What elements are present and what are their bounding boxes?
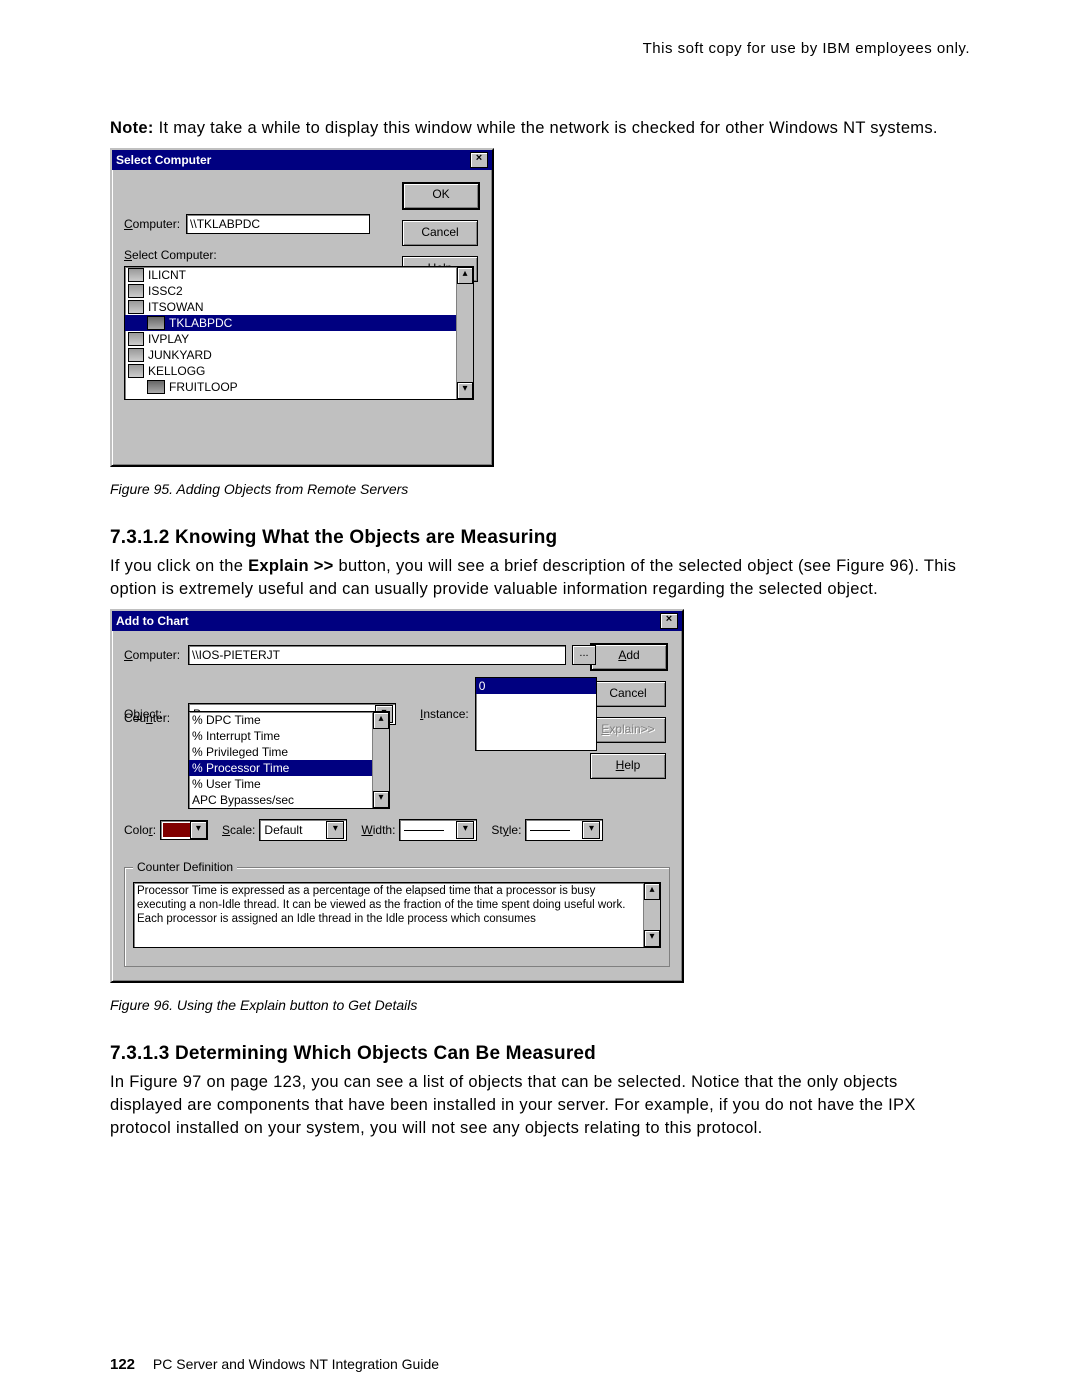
dialog-titlebar: Add to Chart × xyxy=(112,611,682,631)
color-swatch xyxy=(163,823,190,837)
instance-item[interactable]: 0 xyxy=(476,678,596,694)
figure-96-caption: Figure 96. Using the Explain button to G… xyxy=(110,997,970,1013)
help-button[interactable]: Help xyxy=(590,753,666,779)
chevron-down-icon[interactable]: ▾ xyxy=(190,821,207,839)
list-item[interactable]: TKLABPDC xyxy=(125,315,473,331)
select-computer-label: Select Computer: xyxy=(124,248,217,262)
instance-listbox[interactable]: 0 xyxy=(475,677,597,751)
section-7312-body: If you click on the Explain >> button, y… xyxy=(110,555,970,601)
figure-95-caption: Figure 95. Adding Objects from Remote Se… xyxy=(110,481,970,497)
width-dropdown[interactable]: ▾ xyxy=(399,819,477,841)
close-icon[interactable]: × xyxy=(470,152,488,168)
list-item-label: TKLABPDC xyxy=(169,316,232,330)
section-7313-heading: 7.3.1.3 Determining Which Objects Can Be… xyxy=(110,1043,970,1065)
counter-listbox[interactable]: % DPC Time% Interrupt Time% Privileged T… xyxy=(188,711,390,809)
list-item-label: ITSOWAN xyxy=(148,300,204,314)
style-label: Style: xyxy=(491,823,521,837)
computer-icon xyxy=(128,364,144,378)
counter-definition-group: Counter Definition Processor Time is exp… xyxy=(124,867,670,967)
line-sample xyxy=(530,830,570,831)
note-label: Note: xyxy=(110,119,154,137)
definition-content: Processor Time is expressed as a percent… xyxy=(137,885,625,925)
list-item[interactable]: % Processor Time xyxy=(189,760,389,776)
list-item-label: JUNKYARD xyxy=(148,348,212,362)
group-legend: Counter Definition xyxy=(133,860,237,874)
width-label: Width: xyxy=(361,823,395,837)
list-item[interactable]: IVPLAY xyxy=(125,331,473,347)
explain-button[interactable]: Explain>> xyxy=(590,717,666,743)
ok-button[interactable]: OK xyxy=(402,182,480,210)
color-dropdown[interactable]: ▾ xyxy=(160,820,208,840)
computer-listbox[interactable]: ILICNT ISSC2 ITSOWAN TKLABPDC IVPLAY JUNKYARD… xyxy=(124,266,474,400)
note-text: It may take a while to display this wind… xyxy=(159,119,938,137)
list-item[interactable]: FRUITLOOP xyxy=(125,379,473,395)
list-item-label: ILICNT xyxy=(148,268,186,282)
list-item[interactable]: ITSOWAN xyxy=(125,299,473,315)
list-item[interactable]: % User Time xyxy=(189,776,389,792)
dialog-title: Add to Chart xyxy=(116,611,189,631)
note-paragraph: Note: It may take a while to display thi… xyxy=(110,117,970,140)
chevron-down-icon[interactable]: ▾ xyxy=(582,821,600,839)
cancel-button[interactable]: Cancel xyxy=(590,681,666,707)
page-footer: 122 PC Server and Windows NT Integration… xyxy=(110,1356,439,1373)
scale-label: Scale: xyxy=(222,823,255,837)
list-item[interactable]: % Interrupt Time xyxy=(189,728,389,744)
list-item[interactable]: ISSC2 xyxy=(125,283,473,299)
list-item[interactable]: ILICNT xyxy=(125,267,473,283)
counter-definition-text: Processor Time is expressed as a percent… xyxy=(133,882,661,948)
style-dropdown[interactable]: ▾ xyxy=(525,819,603,841)
computer-icon xyxy=(128,284,144,298)
scroll-down-icon[interactable]: ▾ xyxy=(644,930,660,947)
server-icon xyxy=(147,380,165,394)
dialog-titlebar: Select Computer × xyxy=(112,150,492,170)
add-button[interactable]: Add xyxy=(590,643,668,671)
scroll-up-icon[interactable]: ▴ xyxy=(644,883,660,900)
scroll-down-icon[interactable]: ▾ xyxy=(373,791,389,808)
computer-icon xyxy=(128,348,144,362)
add-to-chart-dialog: Add to Chart × Add Cancel Explain>> Help… xyxy=(110,609,684,983)
computer-input[interactable]: \\TKLABPDC xyxy=(186,214,370,234)
instance-label: Instance: xyxy=(420,707,469,721)
chevron-down-icon[interactable]: ▾ xyxy=(326,821,344,839)
list-item[interactable]: APC Bypasses/sec xyxy=(189,792,389,808)
page-number: 122 xyxy=(110,1356,135,1373)
footer-title: PC Server and Windows NT Integration Gui… xyxy=(153,1356,439,1372)
computer-icon xyxy=(128,300,144,314)
scroll-up-icon[interactable]: ▴ xyxy=(373,712,389,729)
computer-input[interactable]: \\IOS-PIETERJT xyxy=(188,645,566,665)
section-7313-body: In Figure 97 on page 123, you can see a … xyxy=(110,1071,970,1140)
close-icon[interactable]: × xyxy=(660,613,678,629)
computer-icon xyxy=(128,332,144,346)
list-item[interactable]: % Privileged Time xyxy=(189,744,389,760)
section-7312-heading: 7.3.1.2 Knowing What the Objects are Mea… xyxy=(110,527,970,549)
scroll-up-icon[interactable]: ▴ xyxy=(457,267,473,284)
line-sample xyxy=(404,830,444,831)
computer-label: Computer: xyxy=(124,648,182,662)
dialog-title: Select Computer xyxy=(116,150,211,170)
list-item[interactable]: KELLOGG xyxy=(125,363,473,379)
header-note: This soft copy for use by IBM employees … xyxy=(110,40,970,57)
server-icon xyxy=(147,316,165,330)
cancel-button[interactable]: Cancel xyxy=(402,220,478,246)
select-computer-dialog: Select Computer × OK Cancel Help Compute… xyxy=(110,148,494,467)
list-item[interactable]: % DPC Time xyxy=(189,712,389,728)
list-item-label: IVPLAY xyxy=(148,332,189,346)
computer-label: Computer: xyxy=(124,217,180,231)
list-item-label: ISSC2 xyxy=(148,284,183,298)
computer-icon xyxy=(128,268,144,282)
scroll-down-icon[interactable]: ▾ xyxy=(457,382,473,399)
chevron-down-icon[interactable]: ▾ xyxy=(456,821,474,839)
scale-dropdown[interactable]: Default ▾ xyxy=(259,819,347,841)
list-item[interactable]: JUNKYARD xyxy=(125,347,473,363)
counter-label: Counter: xyxy=(124,711,182,725)
color-label: Color: xyxy=(124,823,156,837)
scale-value: Default xyxy=(264,823,302,837)
browse-button[interactable]: ... xyxy=(572,645,596,665)
list-item-label: KELLOGG xyxy=(148,364,205,378)
list-item-label: FRUITLOOP xyxy=(169,380,238,394)
